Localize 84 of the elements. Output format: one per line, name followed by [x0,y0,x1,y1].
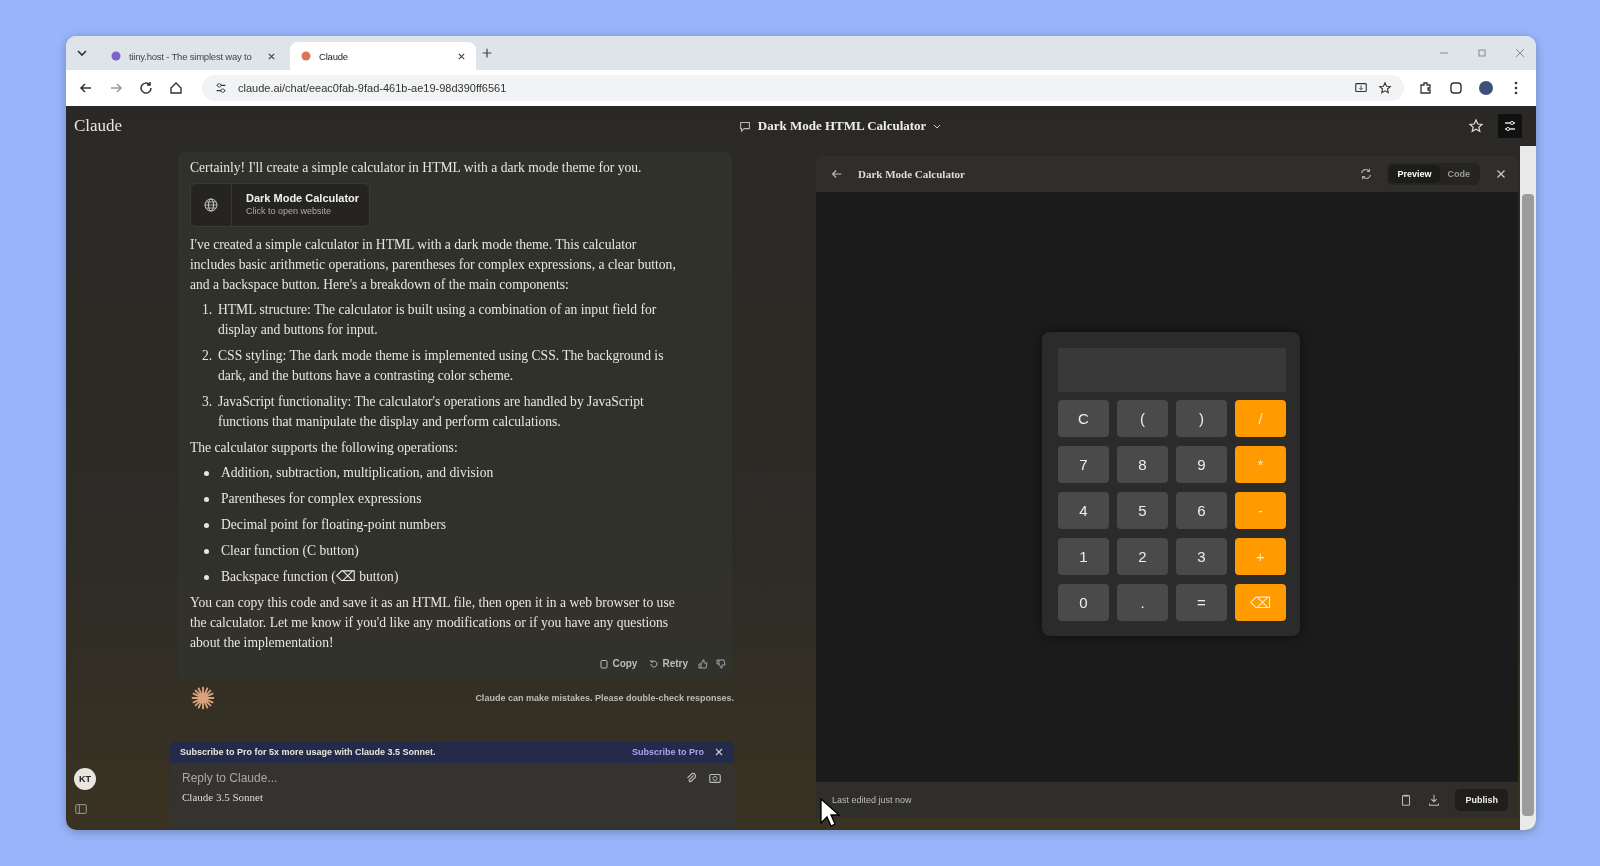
bullet-icon [204,497,209,502]
artifact-title: Dark Mode Calculator [858,168,965,180]
calculator-key[interactable]: 4 [1058,492,1109,529]
chat-title-button[interactable]: Dark Mode HTML Calculator [731,117,949,135]
view-tab[interactable]: Preview [1389,165,1440,183]
app-logo-text[interactable]: Claude [74,116,123,136]
calculator-key[interactable]: 3 [1176,538,1227,575]
calculator-key[interactable]: 2 [1117,538,1168,575]
sidebar-toggle-icon[interactable] [74,802,88,816]
calculator-key[interactable]: 0 [1058,584,1109,621]
model-selector[interactable]: Claude 3.5 Sonnet [182,791,722,803]
close-icon[interactable] [457,51,466,61]
extension-icon[interactable] [1448,80,1464,96]
extensions-icon[interactable] [1418,80,1434,96]
list-number: 1. [202,301,214,319]
calculator-key[interactable]: 8 [1117,446,1168,483]
calculator-key[interactable]: 7 [1058,446,1109,483]
message-action-button[interactable]: Retry [647,656,690,671]
download-icon[interactable] [1427,793,1442,807]
back-icon[interactable] [830,167,844,181]
bullet-icon [204,523,209,528]
list-item-text: Decimal point for floating-point numbers [221,516,447,534]
calculator-key[interactable]: = [1176,584,1227,621]
message-action-button[interactable]: Copy [597,656,640,671]
favicon-icon [110,50,122,62]
favicon-icon [300,50,312,62]
calculator-key[interactable]: . [1117,584,1168,621]
calculator-key[interactable]: 1 [1058,538,1109,575]
copy-icon [599,658,610,669]
message-text: The calculator supports the following operations: [190,439,459,457]
calculator-key[interactable]: ) [1176,400,1227,437]
install-icon[interactable] [1354,81,1368,95]
artifact-subtitle: Click to open website [246,205,333,218]
star-icon[interactable] [1378,81,1392,95]
list-item-text: CSS styling: The dark mode theme is implemented using CSS. The background is dark, and the buttons have a contrasting color scheme. [218,347,665,385]
home-icon[interactable] [168,80,184,96]
globe-icon [203,197,219,213]
subscribe-link[interactable]: Subscribe to Pro [632,747,704,757]
list-item-text: Clear function (C button) [221,542,360,560]
address-bar[interactable]: claude.ai/chat/eeac0fab-9fad-461b-ae19-98d390ff6561 [202,75,1404,101]
list-number: 2. [202,347,214,365]
banner-text: Subscribe to Pro for 5x more usage with Claude 3.5 Sonnet. [180,747,436,757]
message-paragraph: I've created a simple calculator in HTML with a dark mode theme. This calculator includes basic arithmetic operations, parentheses for complex expressions, a clear button, and a backspace button. Here's a breakdown of the main components: [190,236,677,294]
bullet-icon [204,471,209,476]
chat-bubble-icon [737,119,752,133]
browser-tab[interactable]: tiiny.host - The simplest way to [100,42,286,70]
scrollbar-thumb[interactable] [1522,194,1534,816]
message-paragraph: You can copy this code and save it as an HTML file, then open it in a web browser to use the calculator. Let me know if you'd like any modifications or if you have any questions about the implementation! [190,594,676,652]
thumbs-up-icon[interactable] [698,658,708,669]
sparkle-logo-icon [190,685,216,711]
bullet-icon [204,549,209,554]
calculator-key[interactable]: 9 [1176,446,1227,483]
list-item-text: JavaScript functionality: The calculator's operations are handled by JavaScript functions that manipulate the display and perform calculations. [218,393,645,431]
retry-icon [649,658,660,669]
calculator-key[interactable]: 5 [1117,492,1168,529]
thumbs-down-icon[interactable] [716,658,726,669]
calculator-key[interactable]: 6 [1176,492,1227,529]
new-tab-icon[interactable] [480,46,494,60]
list-item-text: Parentheses for complex expressions [221,490,423,508]
status-text: Last edited just now [832,795,912,805]
list-item-text: Backspace function (⌫ button) [221,568,400,586]
publish-button[interactable]: Publish [1455,789,1508,811]
close-icon[interactable] [267,51,276,61]
disclaimer-text: Claude can make mistakes. Please double-check responses. [475,693,734,703]
calculator-key[interactable]: C [1058,400,1109,437]
artifact-card[interactable]: Dark Mode Calculator Click to open website [190,183,370,227]
message-text: Certainly! I'll create a simple calculator in HTML with a dark mode theme for you. [190,159,643,177]
site-settings-icon[interactable] [214,81,228,95]
paperclip-icon[interactable] [684,771,698,785]
view-tab[interactable]: Code [1439,165,1478,183]
reload-icon[interactable] [138,80,154,96]
refresh-icon[interactable] [1359,167,1374,181]
camera-icon[interactable] [708,771,722,785]
settings-sliders-icon[interactable] [1498,114,1522,138]
list-number: 3. [202,393,214,411]
list-item-text: Addition, subtraction, multiplication, and division [221,464,495,482]
profile-avatar-icon[interactable] [1478,80,1494,96]
bullet-icon [204,575,209,580]
browser-tab[interactable]: Claude [290,42,476,70]
calculator-key[interactable]: ( [1117,400,1168,437]
artifact-title: Dark Mode Calculator [246,192,360,205]
list-item-text: HTML structure: The calculator is built using a combination of an input field for display and buttons for input. [218,301,658,339]
user-avatar[interactable]: KT [74,768,96,790]
reply-field[interactable]: Reply to Claude... Claude 3.5 Sonnet [170,763,736,830]
